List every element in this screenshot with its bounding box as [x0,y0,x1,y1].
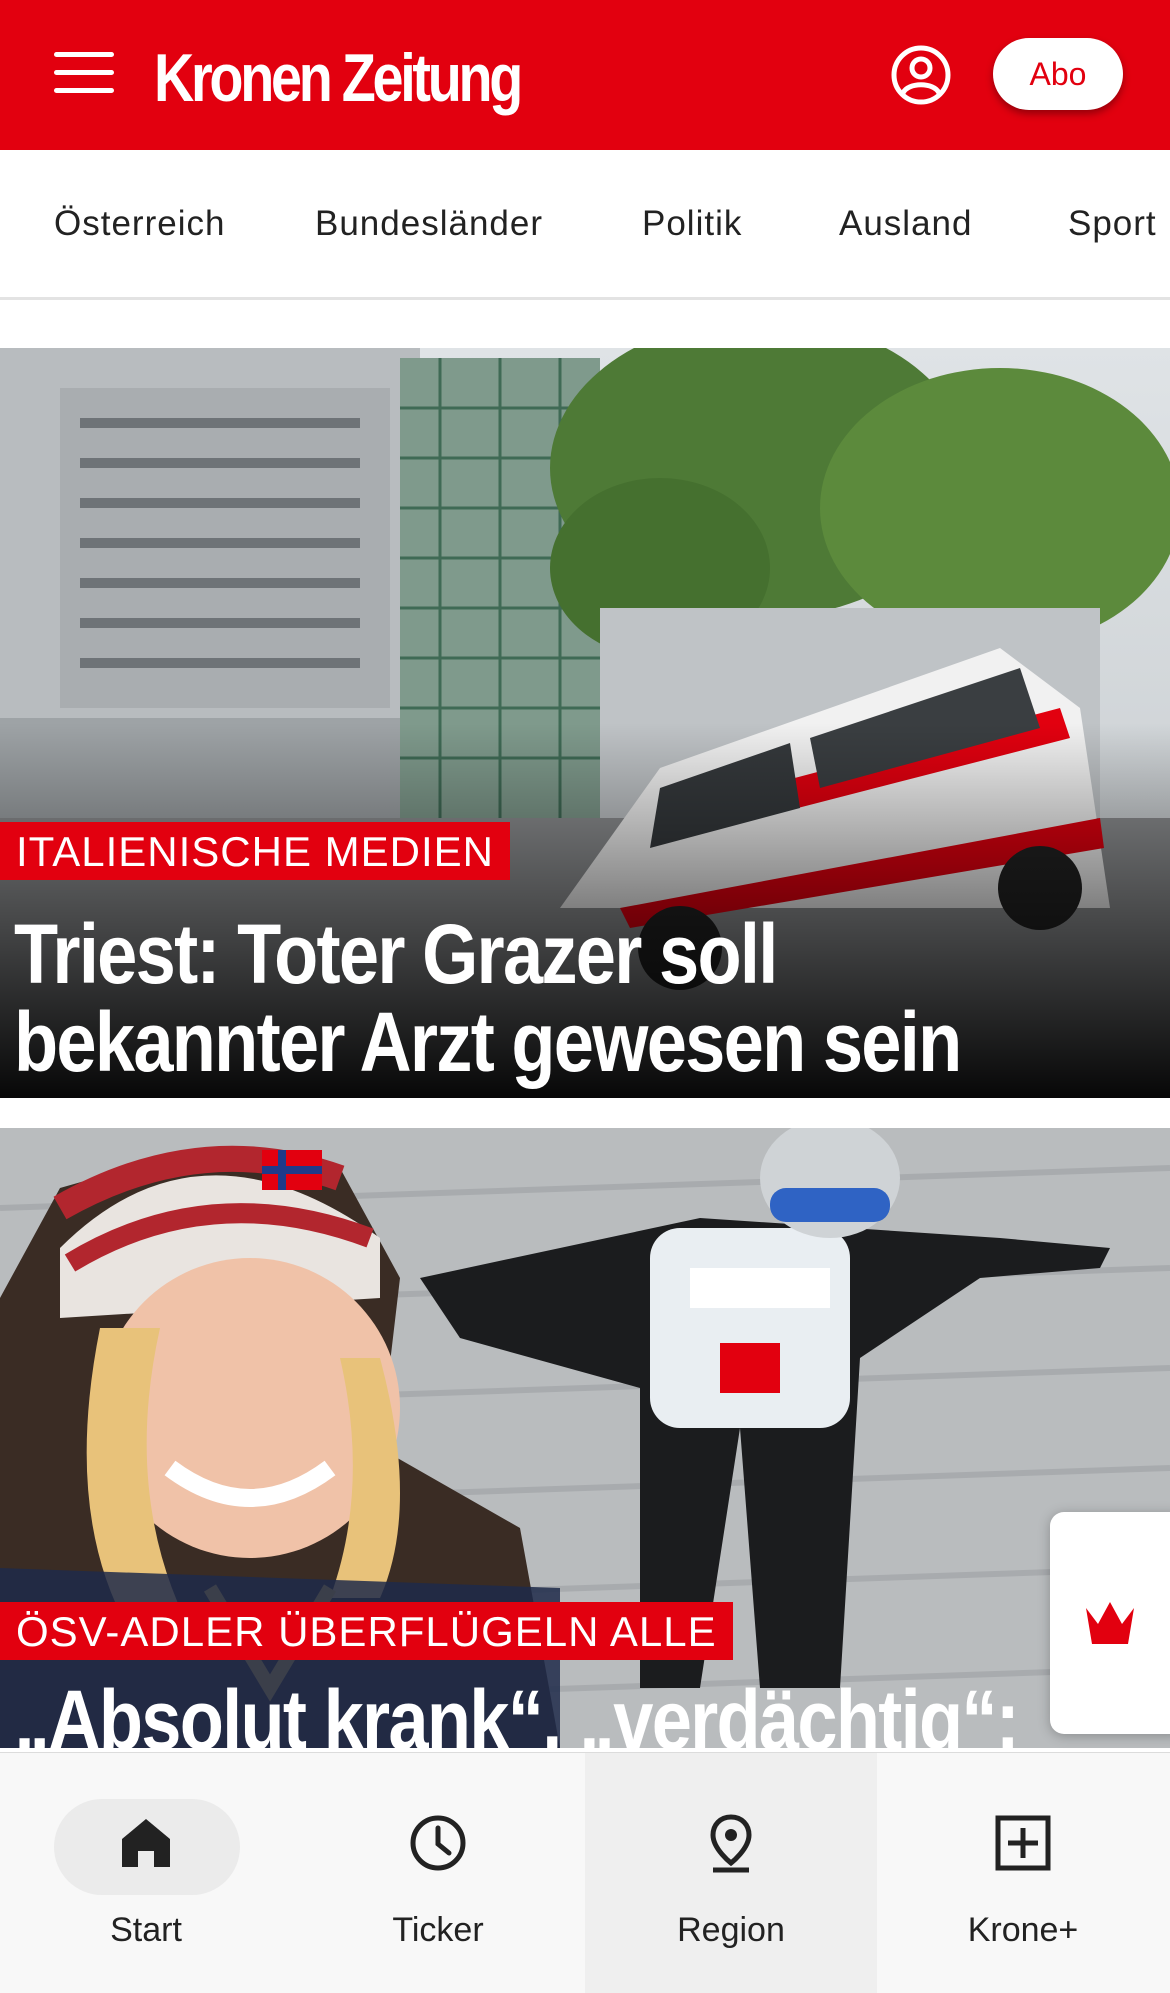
nav-label: Ticker [392,1911,484,1949]
clock-icon [410,1815,466,1871]
location-pin-icon [710,1814,752,1873]
abo-button[interactable]: Abo [993,38,1123,110]
article-card[interactable]: ITALIENISCHE MEDIEN Triest: Toter Grazer… [0,348,1170,1098]
bottom-navigation: Start Ticker Region Krone+ [0,1752,1170,1993]
hamburger-menu-icon[interactable] [54,52,114,96]
article-headline: „Absolut krank“, „verdächtig“: [14,1673,1020,1748]
nav-label: Krone+ [967,1911,1079,1949]
nav-region[interactable]: Region [585,1753,877,1993]
article-kicker: ITALIENISCHE MEDIEN [0,822,510,880]
nav-ticker[interactable]: Ticker [292,1753,584,1993]
app-header: Kronen Zeitung Abo [0,0,1170,150]
article-kicker: ÖSV-ADLER ÜBERFLÜGELN ALLE [0,1602,733,1660]
nav-krone-plus[interactable]: Krone+ [877,1753,1169,1993]
category-politik[interactable]: Politik [642,150,742,297]
article-card[interactable]: ÖSV-ADLER ÜBERFLÜGELN ALLE „Absolut kran… [0,1128,1170,1748]
user-account-icon[interactable] [890,44,952,106]
crown-icon [1086,1602,1134,1644]
nav-start[interactable]: Start [0,1753,292,1993]
nav-label: Start [110,1911,182,1949]
plus-box-icon [995,1815,1051,1871]
category-oesterreich[interactable]: Österreich [54,150,225,297]
category-nav: Österreich Bundesländer Politik Ausland … [0,150,1170,300]
category-sport[interactable]: Sport [1068,150,1157,297]
category-bundeslaender[interactable]: Bundesländer [315,150,543,297]
krone-plus-floating-button[interactable] [1050,1512,1170,1734]
site-logo[interactable]: Kronen Zeitung [154,38,523,118]
article-headline: Triest: Toter Grazer soll bekannter Arzt… [14,907,962,1089]
category-ausland[interactable]: Ausland [839,150,972,297]
home-icon [122,1819,170,1867]
nav-label: Region [677,1911,785,1949]
